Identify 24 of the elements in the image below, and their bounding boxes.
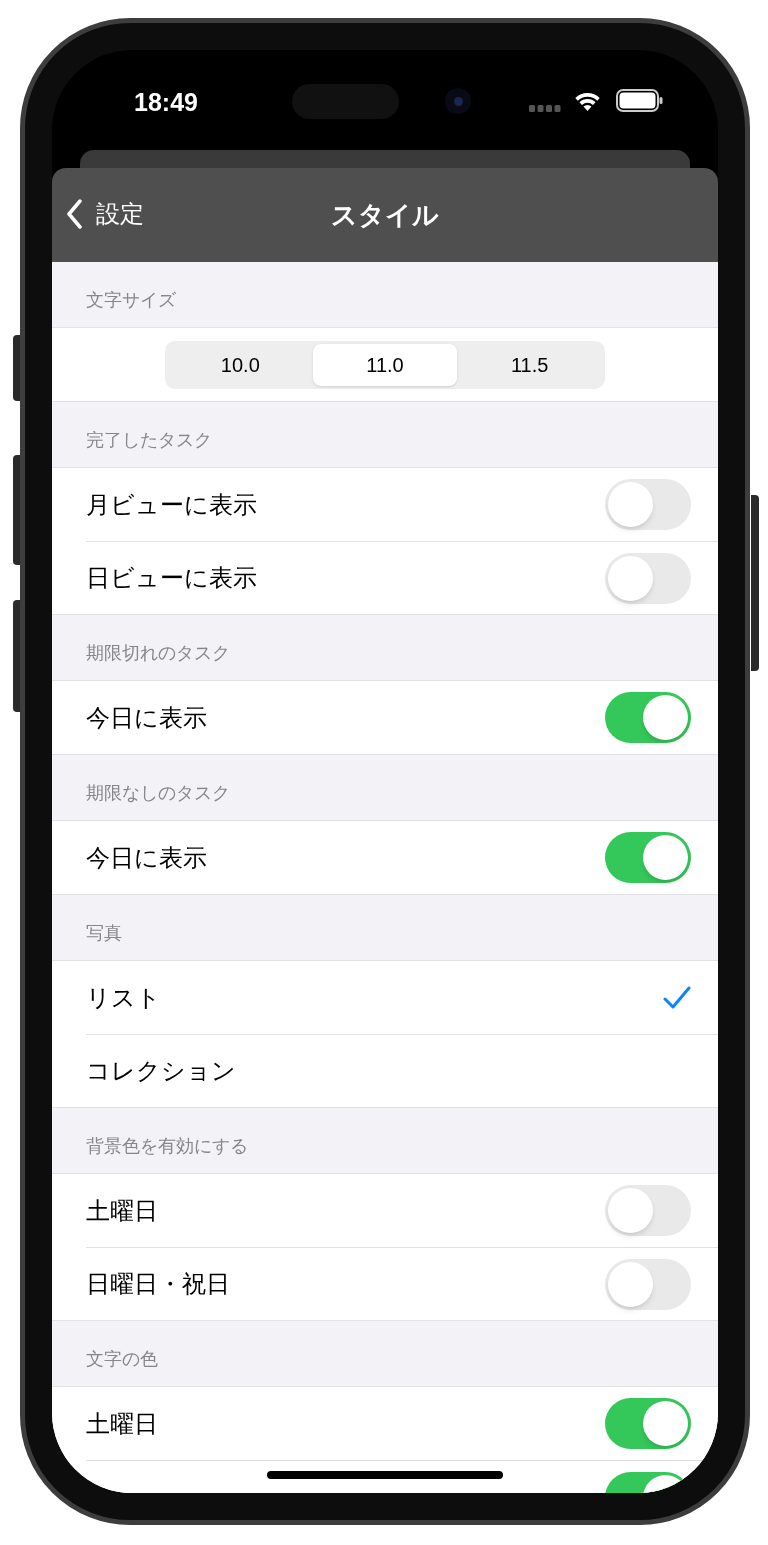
navigation-title: スタイル — [331, 198, 439, 232]
row-label: 日曜日・祝日 — [86, 1269, 230, 1299]
segment[interactable]: 11.5 — [457, 343, 602, 386]
row-label: リスト — [86, 982, 161, 1013]
row-label: 土曜日 — [86, 1408, 158, 1439]
row-label: 今日に表示 — [86, 702, 207, 733]
row-label: コレクション — [86, 1056, 236, 1086]
row-label: 今日に表示 — [86, 842, 207, 873]
segment[interactable]: 10.0 — [168, 343, 313, 386]
choice-row[interactable]: リスト — [52, 961, 718, 1034]
section-header: 文字の色 — [86, 1348, 158, 1371]
row-label: 土曜日 — [86, 1195, 158, 1226]
status-time: 18:49 — [134, 87, 198, 118]
row-label: 月ビューに表示 — [86, 489, 257, 520]
section-header: 期限切れのタスク — [86, 642, 230, 665]
section-header: 写真 — [86, 922, 122, 945]
row-label: 日ビューに表示 — [86, 563, 257, 593]
choice-row[interactable]: コレクション — [86, 1034, 718, 1107]
section-header: 文字サイズ — [86, 289, 176, 312]
back-button[interactable]: 設定 — [66, 196, 144, 232]
section-header: 期限なしのタスク — [86, 782, 230, 805]
section-header: 完了したタスク — [86, 429, 212, 452]
segment[interactable]: 11.0 — [312, 343, 458, 386]
section-header: 背景色を有効にする — [86, 1135, 248, 1158]
